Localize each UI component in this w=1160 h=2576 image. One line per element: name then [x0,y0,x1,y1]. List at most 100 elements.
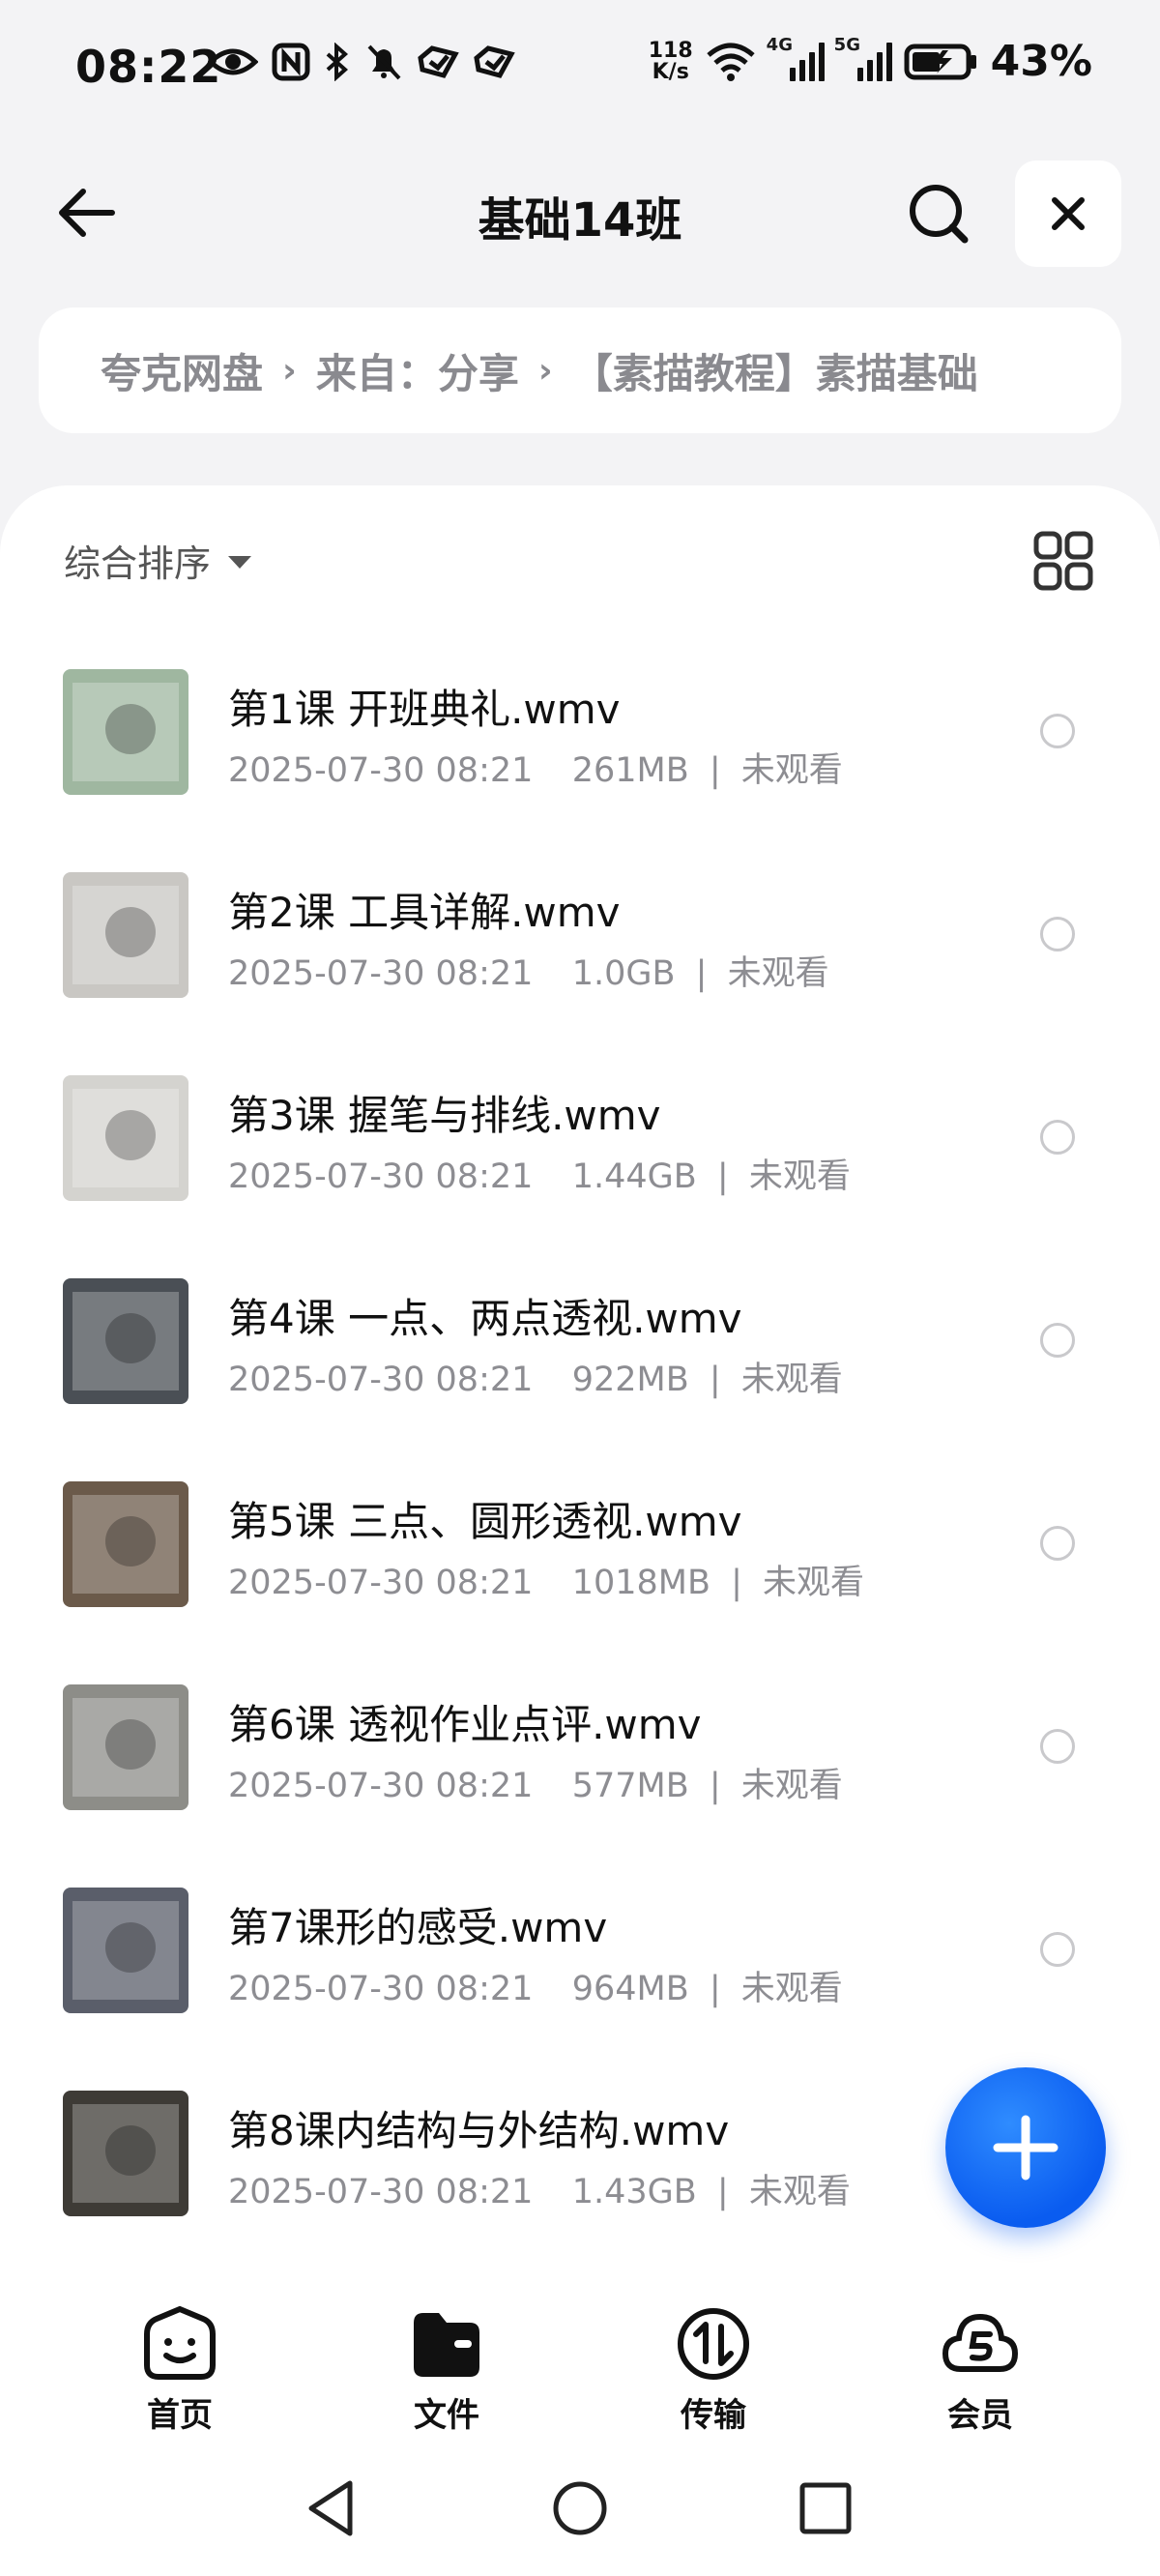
page-title: 基础14班 [478,193,682,248]
nav-item-vip[interactable]: 会员 [903,2305,1058,2436]
wifi-icon [707,43,755,81]
file-meta: 2025-07-30 08:21 1.0GB | 未观看 [228,946,829,995]
meta-divider: | [716,1157,729,1196]
watch-status: 未观看 [740,1767,843,1805]
file-meta: 2025-07-30 08:21 1.43GB | 未观看 [228,2164,851,2213]
video-thumbnail-image [63,1075,188,1201]
nav-item-home[interactable]: 首页 [102,2305,257,2436]
close-icon [1052,197,1085,230]
file-size: 1.43GB [571,2173,697,2211]
watch-status: 未观看 [748,2173,851,2211]
file-size: 577MB [571,1767,689,1805]
meta-divider: | [709,1970,721,2008]
select-radio[interactable] [1040,1526,1075,1561]
status-notification-icons [208,43,515,81]
file-meta: 2025-07-30 08:21 1.44GB | 未观看 [228,1149,851,1198]
video-thumbnail [63,1684,188,1810]
meta-divider: | [709,751,721,790]
app-notification-icon-2 [474,45,515,78]
signal-5g-icon: 5G [834,35,892,81]
chevron-right-icon: › [282,350,297,391]
add-button[interactable] [945,2067,1106,2228]
select-radio[interactable] [1040,1729,1075,1764]
meta-divider: | [709,1361,721,1399]
file-size: 1.44GB [571,1157,697,1196]
close-button[interactable] [1015,161,1121,267]
triangle-back-icon[interactable] [302,2477,363,2539]
video-thumbnail [63,1888,188,2013]
file-name: 第8课内结构与外结构.wmv [228,2107,730,2154]
watch-status: 未观看 [740,1970,843,2008]
file-date: 2025-07-30 08:21 [228,1157,534,1196]
video-thumbnail [63,2091,188,2216]
select-radio[interactable] [1040,714,1075,748]
signal-5g-label: 5G [833,34,860,55]
file-name: 第5课 三点、圆形透视.wmv [228,1498,742,1545]
square-recents-icon[interactable] [795,2477,856,2539]
video-thumbnail-image [63,1684,188,1810]
circle-home-icon[interactable] [549,2477,611,2539]
select-radio[interactable] [1040,1120,1075,1155]
breadcrumb: 夸克网盘 › 来自：分享 › 【素描教程】素描基础 [39,307,1121,433]
video-thumbnail-image [63,2091,188,2216]
select-radio[interactable] [1040,917,1075,951]
watch-status: 未观看 [740,751,843,790]
file-name: 第6课 透视作业点评.wmv [228,1701,702,1748]
file-row[interactable]: 第5课 三点、圆形透视.wmv 2025-07-30 08:21 1018MB … [0,1443,1160,1646]
file-meta: 2025-07-30 08:21 964MB | 未观看 [228,1961,843,2010]
system-nav-bar [0,2439,1160,2576]
status-right-icons: 118 K/s 4G 5G 43% [648,35,1092,87]
select-radio[interactable] [1040,1323,1075,1358]
app-notification-icon [418,45,459,78]
file-row[interactable]: 第3课 握笔与排线.wmv 2025-07-30 08:21 1.44GB | … [0,1037,1160,1240]
watch-status: 未观看 [727,954,829,993]
nav-label-transfer: 传输 [681,2396,746,2435]
file-row[interactable]: 第4课 一点、两点透视.wmv 2025-07-30 08:21 922MB |… [0,1240,1160,1443]
nav-item-files[interactable]: 文件 [369,2305,524,2436]
network-speed-value: 118 [648,38,693,63]
watch-status: 未观看 [740,1361,843,1399]
nav-label-files: 文件 [414,2396,479,2435]
video-thumbnail-image [63,1888,188,2013]
battery-percent: 43% [990,37,1092,86]
file-date: 2025-07-30 08:21 [228,1564,534,1602]
file-row[interactable]: 第7课形的感受.wmv 2025-07-30 08:21 964MB | 未观看 [0,1849,1160,2052]
file-name: 第3课 握笔与排线.wmv [228,1092,661,1139]
sort-dropdown[interactable]: 综合排序 [64,534,252,587]
file-size: 1.0GB [571,954,676,993]
meta-divider: | [695,954,708,993]
file-size: 261MB [571,751,689,790]
file-date: 2025-07-30 08:21 [228,2173,534,2211]
grid-view-icon[interactable] [1032,530,1094,592]
caret-down-icon [228,556,252,569]
file-name: 第7课形的感受.wmv [228,1904,608,1951]
search-button[interactable] [899,174,978,253]
nav-label-home: 首页 [147,2396,213,2435]
video-thumbnail-image [63,669,188,795]
nav-label-vip: 会员 [947,2396,1013,2435]
file-row[interactable]: 第1课 开班典礼.wmv 2025-07-30 08:21 261MB | 未观… [0,630,1160,834]
watch-status: 未观看 [748,1157,851,1196]
network-speed-unit: K/s [652,59,689,84]
file-size: 964MB [571,1970,689,2008]
file-row[interactable]: 第2课 工具详解.wmv 2025-07-30 08:21 1.0GB | 未观… [0,834,1160,1037]
file-date: 2025-07-30 08:21 [228,751,534,790]
video-thumbnail-image [63,1278,188,1404]
bluetooth-icon [326,43,349,81]
sort-label: 综合排序 [64,542,212,585]
file-meta: 2025-07-30 08:21 922MB | 未观看 [228,1352,843,1401]
breadcrumb-item-current[interactable]: 【素描教程】素描基础 [572,341,978,400]
file-size: 1018MB [571,1564,710,1602]
select-radio[interactable] [1040,1932,1075,1967]
file-meta: 2025-07-30 08:21 261MB | 未观看 [228,743,843,792]
status-time: 08:22 [75,41,222,93]
breadcrumb-item-share[interactable]: 来自：分享 [316,341,519,400]
file-list: 第1课 开班典礼.wmv 2025-07-30 08:21 261MB | 未观… [0,630,1160,2255]
breadcrumb-item-root[interactable]: 夸克网盘 [101,341,263,400]
video-thumbnail [63,872,188,998]
file-date: 2025-07-30 08:21 [228,954,534,993]
video-thumbnail [63,1075,188,1201]
file-row[interactable]: 第6课 透视作业点评.wmv 2025-07-30 08:21 577MB | … [0,1646,1160,1849]
watch-status: 未观看 [763,1564,865,1602]
nav-item-transfer[interactable]: 传输 [636,2305,791,2436]
